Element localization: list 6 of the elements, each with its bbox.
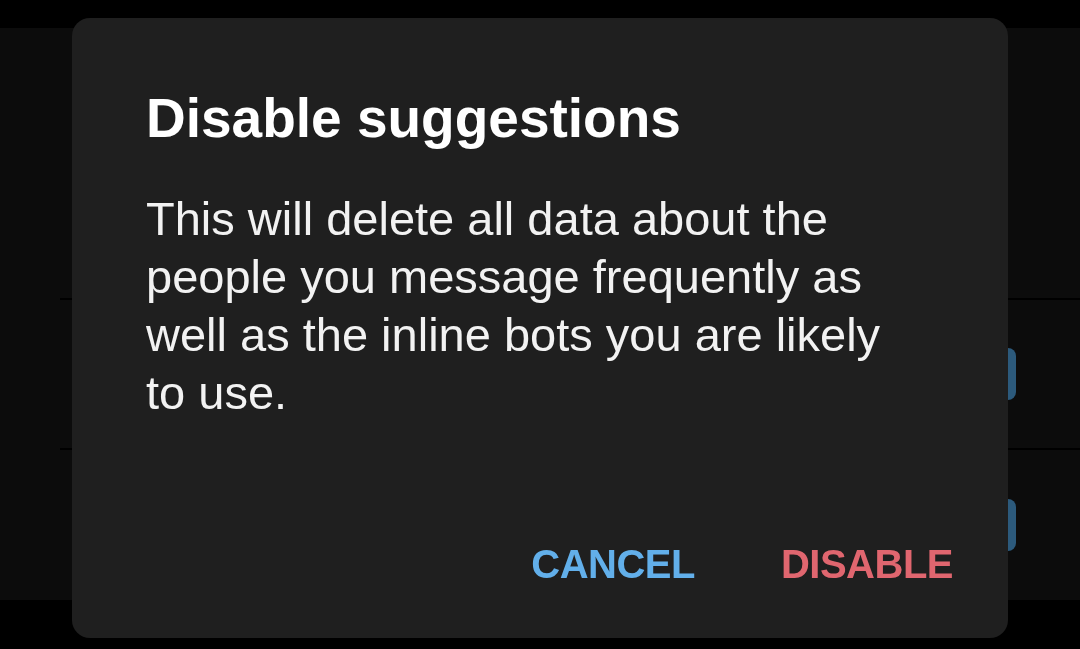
- dialog-title: Disable suggestions: [146, 86, 681, 151]
- dialog-message: This will delete all data about the people you message frequently as well as the inline bots you are likely to use.: [146, 191, 882, 421]
- disable-button[interactable]: DISABLE: [764, 528, 969, 600]
- cancel-button[interactable]: CANCEL: [515, 528, 711, 600]
- toggle-switch[interactable]: [1008, 348, 1016, 400]
- toggle-switch[interactable]: [1008, 499, 1016, 551]
